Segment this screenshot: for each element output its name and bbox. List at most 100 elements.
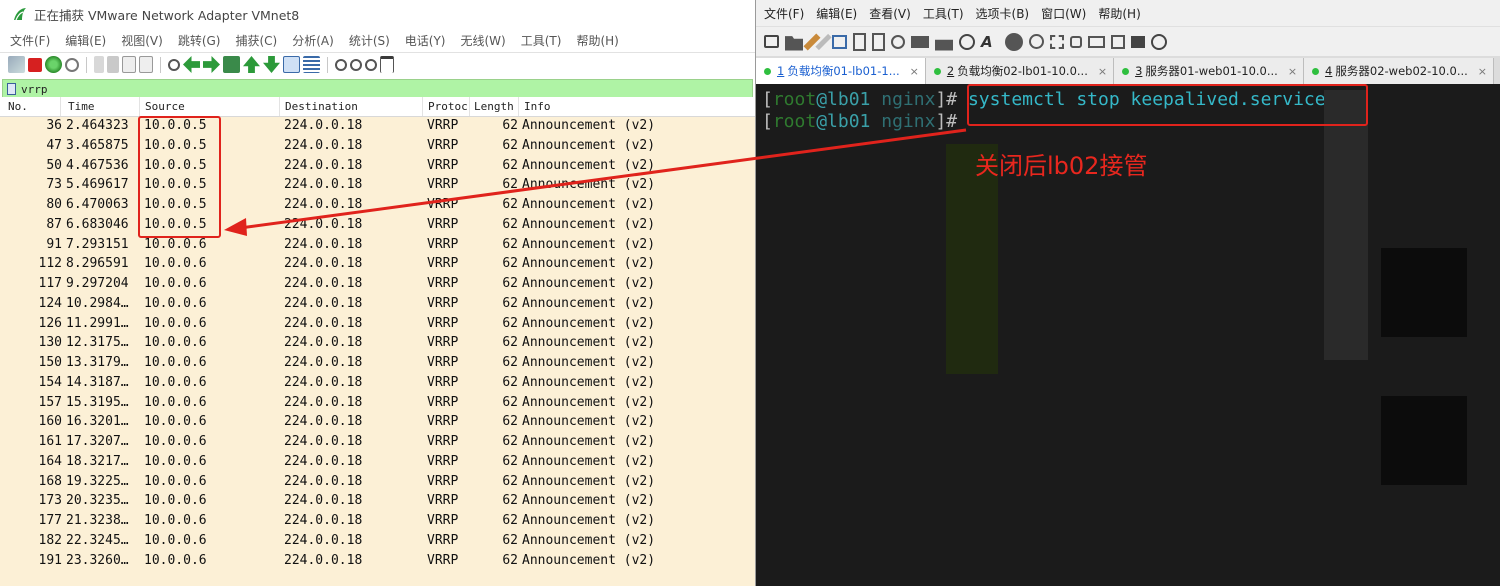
bookmark-icon[interactable] [7,83,16,95]
table-row[interactable]: 124 10.2984… 10.0.0.6 224.0.0.18 VRRP 62 Annou… [0,295,755,315]
menu-item[interactable]: 编辑(E) [816,5,857,22]
menu-item[interactable]: 查看(V) [869,5,911,22]
menu-item[interactable]: 无线(W) [461,32,506,49]
table-row[interactable]: 112 8.296591 10.0.0.6 224.0.0.18 VRRP 62 Annou… [0,255,755,275]
properties-icon[interactable] [832,34,847,49]
table-row[interactable]: 160 16.3201… 10.0.0.6 224.0.0.18 VRRP 62 Annou… [0,413,755,433]
restart-capture-icon[interactable] [45,56,62,73]
zoom-out-icon[interactable] [350,58,362,71]
column-divider[interactable] [139,97,140,116]
menu-item[interactable]: 窗口(W) [1041,5,1086,22]
script-icon[interactable] [1005,32,1023,51]
column-divider[interactable] [518,97,519,116]
add-tab-icon[interactable] [1111,34,1125,49]
help-icon[interactable] [1151,33,1167,50]
menu-item[interactable]: 跳转(G) [178,32,221,49]
menu-item[interactable]: 捕获(C) [235,32,277,49]
open-file-icon[interactable] [94,56,104,73]
shark-fin-start-icon[interactable] [8,56,25,73]
table-row[interactable]: 157 15.3195… 10.0.0.6 224.0.0.18 VRRP 62 Annou… [0,394,755,414]
column-header-protocol[interactable]: Protoc [428,100,468,113]
colorize-icon[interactable] [303,56,320,73]
new-session-icon[interactable] [764,35,779,48]
go-to-packet-icon[interactable] [223,56,240,73]
resize-columns-icon[interactable] [380,56,394,73]
find-packet-icon[interactable] [168,58,180,71]
autoscroll-icon[interactable] [283,56,300,73]
menu-item[interactable]: 帮助(H) [1098,5,1140,22]
menu-item[interactable]: 选项卡(B) [976,5,1030,22]
session-tab-3[interactable]: 3 服务器01-web01-10.0... × [1114,58,1305,84]
globe-icon[interactable] [959,33,975,50]
go-last-icon[interactable] [263,56,280,73]
table-row[interactable]: 191 23.3260… 10.0.0.6 224.0.0.18 VRRP 62 Annou… [0,552,755,572]
column-header-time[interactable]: Time [68,100,95,113]
menu-item[interactable]: 电话(Y) [405,32,446,49]
xftp-icon[interactable] [1029,34,1044,49]
menu-item[interactable]: 编辑(E) [65,32,106,49]
lock-icon[interactable] [1070,35,1082,48]
table-row[interactable]: 80 6.470063 10.0.0.5 224.0.0.18 VRRP 62 Announ… [0,196,755,216]
table-row[interactable]: 168 19.3225… 10.0.0.6 224.0.0.18 VRRP 62 Annou… [0,473,755,493]
table-row[interactable]: 130 12.3175… 10.0.0.6 224.0.0.18 VRRP 62 Annou… [0,334,755,354]
display-filter-input[interactable]: vrrp [21,83,48,96]
column-divider[interactable] [60,97,61,116]
go-first-icon[interactable] [243,56,260,73]
column-header-info[interactable]: Info [524,100,551,113]
session-tab-2[interactable]: 2 负载均衡02-lb01-10.0... × [925,58,1115,84]
reload-file-icon[interactable] [139,56,153,73]
close-tab-icon[interactable]: × [910,65,919,78]
close-tab-icon[interactable]: × [1478,65,1487,78]
stop-capture-icon[interactable] [28,57,42,72]
go-back-icon[interactable] [183,56,200,73]
transfer-icon[interactable] [935,39,953,51]
capture-options-icon[interactable] [65,57,79,72]
table-row[interactable]: 73 5.469617 10.0.0.5 224.0.0.18 VRRP 62 Announ… [0,176,755,196]
menu-item[interactable]: 视图(V) [121,32,163,49]
close-tab-icon[interactable]: × [1288,65,1297,78]
column-divider[interactable] [422,97,423,116]
zoom-in-icon[interactable] [335,58,347,71]
table-row[interactable]: 173 20.3235… 10.0.0.6 224.0.0.18 VRRP 62 Annou… [0,492,755,512]
table-row[interactable]: 182 22.3245… 10.0.0.6 224.0.0.18 VRRP 62 Annou… [0,532,755,552]
zoom-normal-icon[interactable] [365,58,377,71]
fullscreen-icon[interactable] [1050,34,1064,49]
packet-list[interactable]: 36 2.464323 10.0.0.5 224.0.0.18 VRRP 62 Announ… [0,117,755,586]
column-divider[interactable] [279,97,280,116]
copy-icon[interactable] [853,32,866,51]
display-filter-bar[interactable]: vrrp [2,79,753,99]
session-tab-1[interactable]: 1 负载均衡01-lb01-1... × [756,58,926,84]
table-row[interactable]: 177 21.3238… 10.0.0.6 224.0.0.18 VRRP 62 Annou… [0,512,755,532]
find-icon[interactable] [891,34,905,49]
open-session-icon[interactable] [785,36,803,51]
column-header-source[interactable]: Source [145,100,185,113]
table-row[interactable]: 126 11.2991… 10.0.0.6 224.0.0.18 VRRP 62 Annou… [0,315,755,335]
menu-item[interactable]: 文件(F) [10,32,50,49]
table-row[interactable]: 47 3.465875 10.0.0.5 224.0.0.18 VRRP 62 Announ… [0,137,755,157]
column-header-destination[interactable]: Destination [285,100,358,113]
table-row[interactable]: 150 13.3179… 10.0.0.6 224.0.0.18 VRRP 62 Annou… [0,354,755,374]
close-file-icon[interactable] [122,56,136,73]
menu-item[interactable]: 帮助(H) [576,32,618,49]
menu-item[interactable]: 文件(F) [764,5,804,22]
close-tab-icon[interactable]: × [1098,65,1107,78]
font-icon[interactable]: A [981,33,999,51]
table-row[interactable]: 36 2.464323 10.0.0.5 224.0.0.18 VRRP 62 Announ… [0,117,755,137]
menu-item[interactable]: 分析(A) [292,32,334,49]
table-row[interactable]: 164 18.3217… 10.0.0.6 224.0.0.18 VRRP 62 Annou… [0,453,755,473]
menu-item[interactable]: 统计(S) [349,32,390,49]
session-tab-4[interactable]: 4 服务器02-web02-10.0... × [1304,58,1495,84]
layout-icon[interactable] [1131,35,1145,48]
table-row[interactable]: 117 9.297204 10.0.0.6 224.0.0.18 VRRP 62 Annou… [0,275,755,295]
go-forward-icon[interactable] [203,56,220,73]
keyboard-icon[interactable] [1088,35,1105,48]
table-row[interactable]: 161 17.3207… 10.0.0.6 224.0.0.18 VRRP 62 Annou… [0,433,755,453]
table-row[interactable]: 91 7.293151 10.0.0.6 224.0.0.18 VRRP 62 Announ… [0,236,755,256]
column-header-length[interactable]: Length [474,100,514,113]
table-row[interactable]: 87 6.683046 10.0.0.5 224.0.0.18 VRRP 62 Announ… [0,216,755,236]
column-divider[interactable] [469,97,470,116]
table-row[interactable]: 50 4.467536 10.0.0.5 224.0.0.18 VRRP 62 Announ… [0,157,755,177]
menu-item[interactable]: 工具(T) [923,5,964,22]
paste-icon[interactable] [872,32,885,51]
column-header-no[interactable]: No. [8,100,28,113]
